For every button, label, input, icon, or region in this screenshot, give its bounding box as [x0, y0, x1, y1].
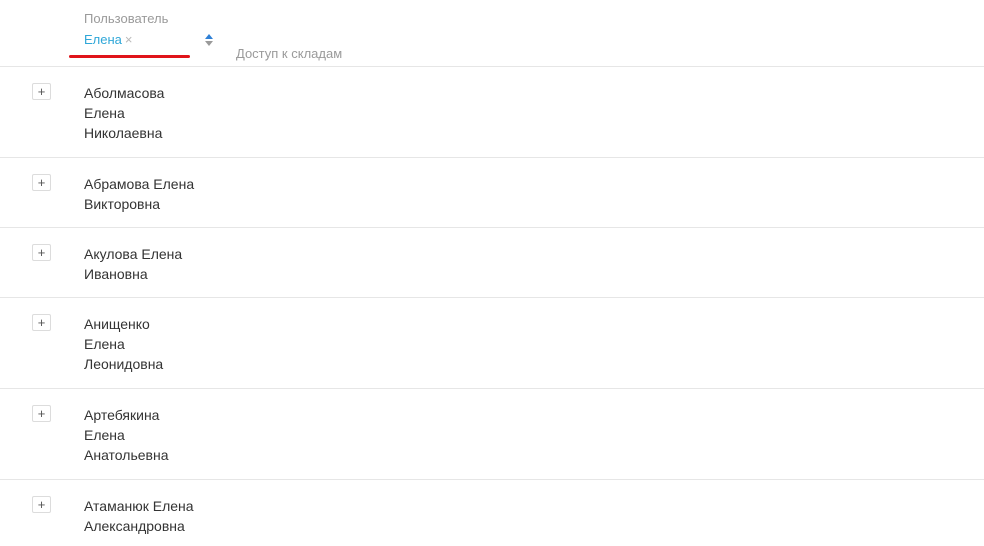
user-name: Абрамова Елена Викторовна: [84, 176, 195, 212]
close-icon[interactable]: ×: [125, 31, 133, 49]
user-column-header: Пользователь Елена × Доступ к складам: [69, 11, 342, 61]
user-column-label: Пользователь: [84, 11, 169, 26]
users-table: Пользователь Елена × Доступ к складам + …: [0, 0, 984, 546]
expand-button[interactable]: +: [32, 496, 51, 513]
table-row: + Акулова Елена Ивановна: [0, 228, 984, 298]
expand-button[interactable]: +: [32, 174, 51, 191]
table-row: + Анищенко Елена Леонидовна: [0, 298, 984, 389]
user-name: Акулова Елена Ивановна: [84, 246, 183, 282]
table-header: Пользователь Елена × Доступ к складам: [0, 0, 984, 67]
expand-button[interactable]: +: [32, 83, 51, 100]
user-name: Атаманюк Елена Александровна: [84, 498, 194, 534]
table-body: + Аболмасова Елена Николаевна + Абрамова…: [0, 67, 984, 546]
table-row: + Атаманюк Елена Александровна: [0, 480, 984, 546]
user-filter-chip[interactable]: Елена ×: [84, 31, 133, 49]
table-row: + Артебякина Елена Анатольевна: [0, 389, 984, 480]
user-name: Анищенко Елена Леонидовна: [84, 316, 164, 372]
stock-access-column-header[interactable]: Доступ к складам: [236, 46, 342, 62]
user-name: Артебякина Елена Анатольевна: [84, 407, 169, 463]
expand-button[interactable]: +: [32, 314, 51, 331]
table-row: + Аболмасова Елена Николаевна: [0, 67, 984, 158]
user-filter-value: Елена: [84, 32, 122, 47]
expand-button[interactable]: +: [32, 405, 51, 422]
sort-arrows-icon[interactable]: [204, 32, 214, 48]
user-name: Аболмасова Елена Николаевна: [84, 85, 165, 141]
expand-button[interactable]: +: [32, 244, 51, 261]
filter-underline: [69, 55, 190, 58]
table-row: + Абрамова Елена Викторовна: [0, 158, 984, 228]
